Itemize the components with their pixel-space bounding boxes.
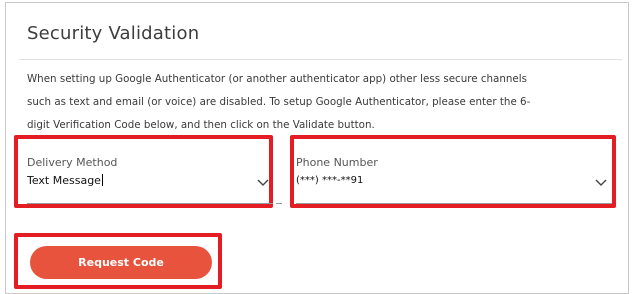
description-line-3: digit Verification Code below, and then … bbox=[27, 119, 375, 131]
phone-number-select[interactable]: (***) ***-**91 bbox=[296, 175, 363, 186]
field-separator bbox=[276, 203, 282, 204]
delivery-method-select[interactable]: Text Message bbox=[27, 174, 103, 187]
phone-number-label: Phone Number bbox=[296, 156, 378, 169]
security-validation-panel: Security Validation When setting up Goog… bbox=[5, 2, 629, 294]
delivery-method-highlight bbox=[14, 135, 273, 208]
phone-number-value: (***) ***-**91 bbox=[296, 175, 364, 186]
description-line-1: When setting up Google Authenticator (or… bbox=[27, 73, 527, 85]
phone-number-highlight bbox=[290, 135, 616, 208]
request-code-button[interactable]: Request Code bbox=[30, 246, 212, 279]
text-cursor bbox=[101, 174, 103, 186]
chevron-down-icon[interactable] bbox=[595, 179, 609, 189]
page-title: Security Validation bbox=[27, 23, 200, 44]
delivery-method-value: Text Message bbox=[27, 174, 101, 187]
description-line-2: such as text and email (or voice) are di… bbox=[27, 96, 531, 108]
title-divider bbox=[19, 59, 622, 60]
delivery-method-label: Delivery Method bbox=[27, 156, 118, 169]
chevron-down-icon[interactable] bbox=[257, 179, 271, 189]
phone-number-underline bbox=[296, 203, 612, 204]
delivery-method-underline bbox=[27, 203, 273, 204]
